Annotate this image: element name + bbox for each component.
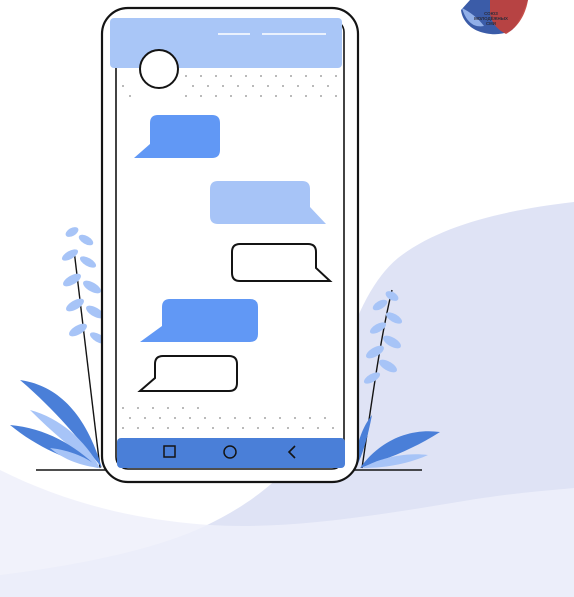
chat-bubble-2[interactable] xyxy=(210,181,326,224)
phone xyxy=(100,6,360,484)
nav-bar xyxy=(117,438,345,468)
avatar-circle-icon[interactable] xyxy=(139,49,179,89)
organization-logo: СОЮЗ МОЛОДЁЖНЫХ СМИ xyxy=(461,0,528,35)
chat-bubble-3[interactable] xyxy=(231,243,333,282)
messaging-illustration: СОЮЗ МОЛОДЁЖНЫХ СМИ xyxy=(0,0,574,597)
left-plant xyxy=(10,227,107,469)
logo-line-3: СМИ xyxy=(486,21,496,26)
chat-bubble-5[interactable] xyxy=(137,355,238,392)
